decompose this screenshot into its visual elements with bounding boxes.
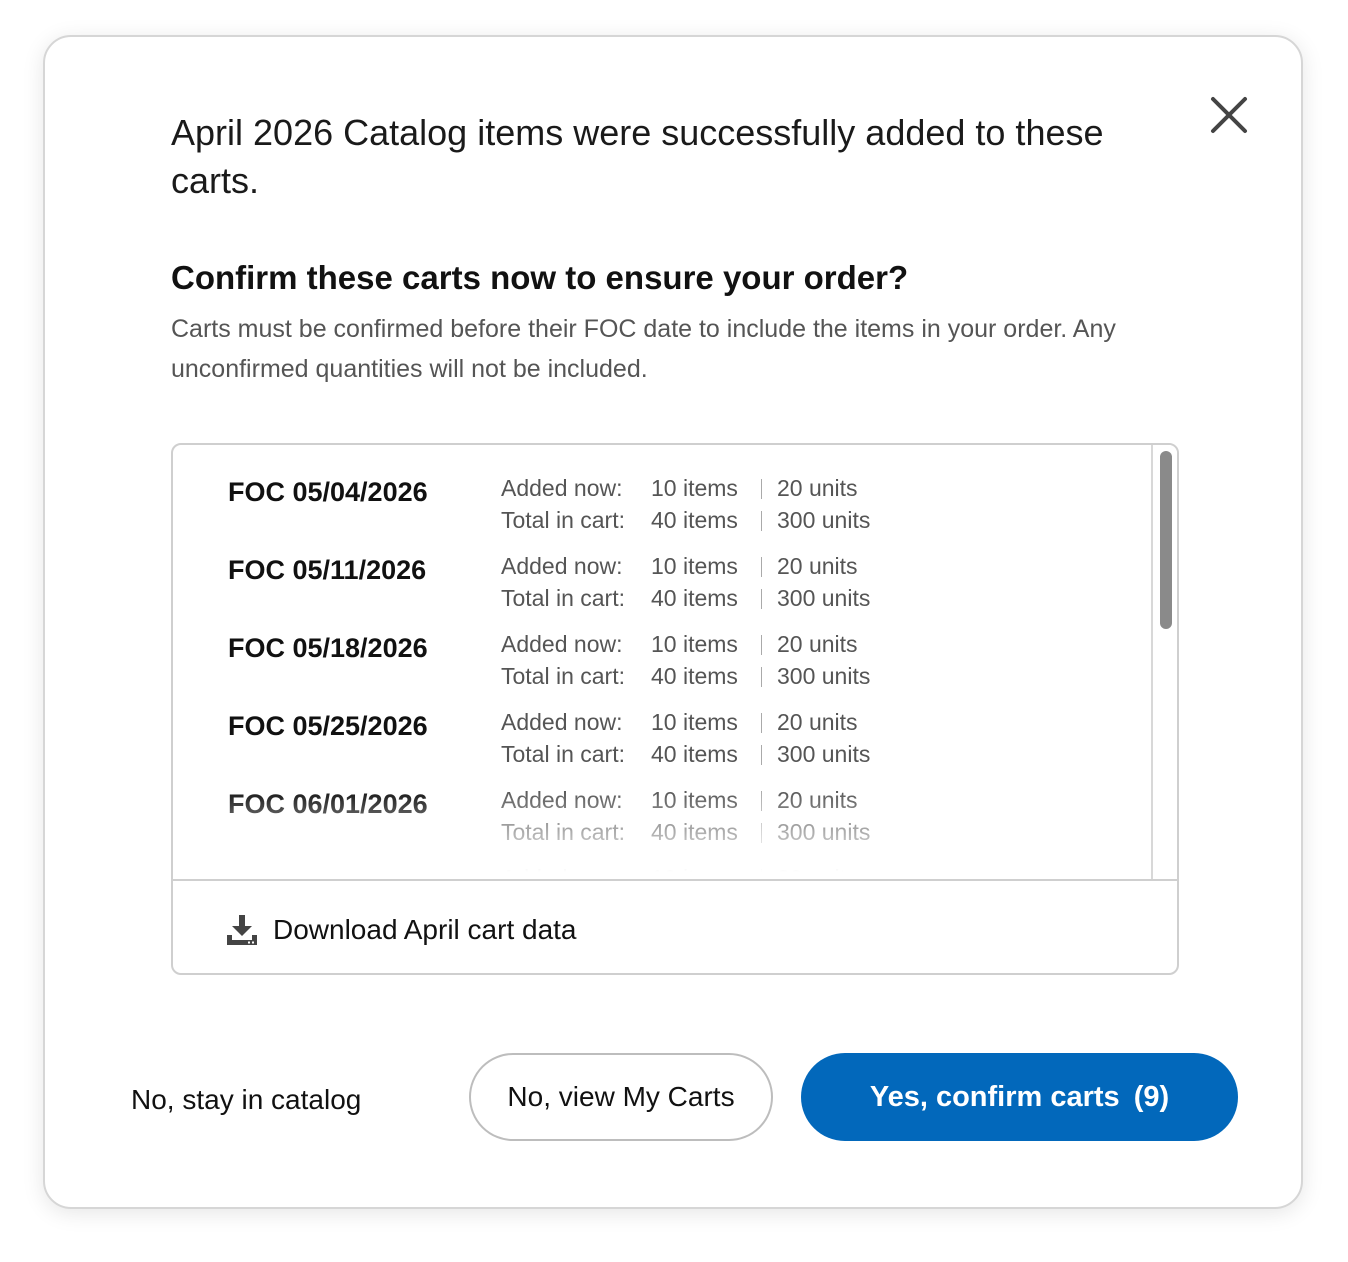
added-units: 20 units bbox=[777, 865, 858, 879]
added-units: 20 units bbox=[777, 475, 858, 501]
foc-date: FOC 05/18/2026 bbox=[228, 633, 428, 663]
total-items: 40 items bbox=[651, 585, 738, 611]
added-now-label: Added now: bbox=[501, 475, 623, 501]
confirm-carts-label: Yes, confirm carts bbox=[869, 1080, 1120, 1113]
download-cart-data-link[interactable]: Download April cart data bbox=[225, 907, 577, 953]
separator bbox=[761, 479, 762, 499]
confirm-carts-button[interactable]: Yes, confirm carts (9) bbox=[801, 1053, 1238, 1141]
added-units: 20 units bbox=[777, 787, 858, 813]
separator bbox=[761, 557, 762, 577]
separator bbox=[761, 511, 762, 531]
total-units: 300 units bbox=[777, 585, 871, 611]
total-in-cart-label: Total in cart: bbox=[501, 507, 625, 533]
separator bbox=[761, 745, 762, 765]
total-in-cart-label: Total in cart: bbox=[501, 741, 625, 767]
total-in-cart-label: Total in cart: bbox=[501, 585, 625, 611]
added-now-label: Added now: bbox=[501, 787, 623, 813]
total-items: 40 items bbox=[651, 663, 738, 689]
total-items: 40 items bbox=[651, 741, 738, 767]
added-items: 10 items bbox=[651, 709, 738, 735]
total-items: 40 items bbox=[651, 819, 738, 845]
added-now-label: Added now: bbox=[501, 709, 623, 735]
scrollbar-track[interactable] bbox=[1151, 445, 1177, 879]
foc-date: FOC 05/25/2026 bbox=[228, 711, 428, 741]
added-items: 10 items bbox=[651, 553, 738, 579]
total-units: 300 units bbox=[777, 819, 871, 845]
scrollbar-thumb[interactable] bbox=[1160, 451, 1172, 629]
separator bbox=[761, 869, 762, 879]
separator bbox=[761, 713, 762, 733]
foc-date: FOC 06/01/2026 bbox=[228, 789, 428, 819]
separator bbox=[761, 589, 762, 609]
separator bbox=[761, 823, 762, 843]
added-items: 10 items bbox=[651, 475, 738, 501]
added-items: 10 items bbox=[651, 631, 738, 657]
close-icon bbox=[1211, 97, 1247, 133]
separator bbox=[761, 635, 762, 655]
cart-row: FOC 06/26/2026 Added now: 10 items 20 units… bbox=[173, 846, 1151, 879]
view-my-carts-label: No, view My Carts bbox=[507, 1081, 735, 1112]
added-items: 10 items bbox=[651, 865, 738, 879]
added-now-label: Added now: bbox=[501, 865, 623, 879]
download-label: Download April cart data bbox=[273, 914, 577, 945]
added-units: 20 units bbox=[777, 709, 858, 735]
added-units: 20 units bbox=[777, 553, 858, 579]
stay-in-catalog-button[interactable]: No, stay in catalog bbox=[131, 1077, 361, 1123]
added-now-label: Added now: bbox=[501, 631, 623, 657]
added-units: 20 units bbox=[777, 631, 858, 657]
separator bbox=[761, 667, 762, 687]
confirm-carts-count: (9) bbox=[1133, 1080, 1170, 1113]
confirm-carts-dialog: April 2026 Catalog items were successful… bbox=[43, 35, 1303, 1209]
cart-row: FOC 05/25/2026 Added now: 10 items 20 units… bbox=[173, 690, 1151, 767]
total-in-cart-label: Total in cart: bbox=[501, 663, 625, 689]
added-items: 10 items bbox=[651, 787, 738, 813]
cart-row: FOC 05/18/2026 Added now: 10 items 20 units… bbox=[173, 612, 1151, 689]
added-now-label: Added now: bbox=[501, 553, 623, 579]
separator bbox=[761, 791, 762, 811]
dialog-question: Confirm these carts now to ensure your o… bbox=[171, 259, 909, 296]
total-in-cart-label: Total in cart: bbox=[501, 819, 625, 845]
download-icon bbox=[227, 915, 257, 945]
close-button[interactable] bbox=[1205, 91, 1253, 139]
foc-date: FOC 05/04/2026 bbox=[228, 477, 428, 507]
cart-row: FOC 05/04/2026 Added now: 10 items 20 units… bbox=[173, 456, 1151, 533]
cart-summary-box: FOC 05/04/2026 Added now: 10 items 20 units… bbox=[171, 443, 1179, 975]
total-units: 300 units bbox=[777, 663, 871, 689]
foc-date: FOC 05/11/2026 bbox=[228, 555, 427, 585]
cart-list[interactable]: FOC 05/04/2026 Added now: 10 items 20 units… bbox=[173, 445, 1151, 879]
divider bbox=[173, 879, 1177, 881]
foc-date: FOC 06/26/2026 bbox=[228, 867, 428, 879]
total-units: 300 units bbox=[777, 741, 871, 767]
cart-row: FOC 05/11/2026 Added now: 10 items 20 units… bbox=[173, 534, 1151, 611]
total-items: 40 items bbox=[651, 507, 738, 533]
dialog-headline: April 2026 Catalog items were successful… bbox=[171, 112, 1104, 201]
cart-row: FOC 06/01/2026 Added now: 10 items 20 units… bbox=[173, 768, 1151, 845]
view-my-carts-button[interactable]: No, view My Carts bbox=[469, 1053, 773, 1141]
dialog-subtext: Carts must be confirmed before their FOC… bbox=[171, 315, 1116, 383]
total-units: 300 units bbox=[777, 507, 871, 533]
